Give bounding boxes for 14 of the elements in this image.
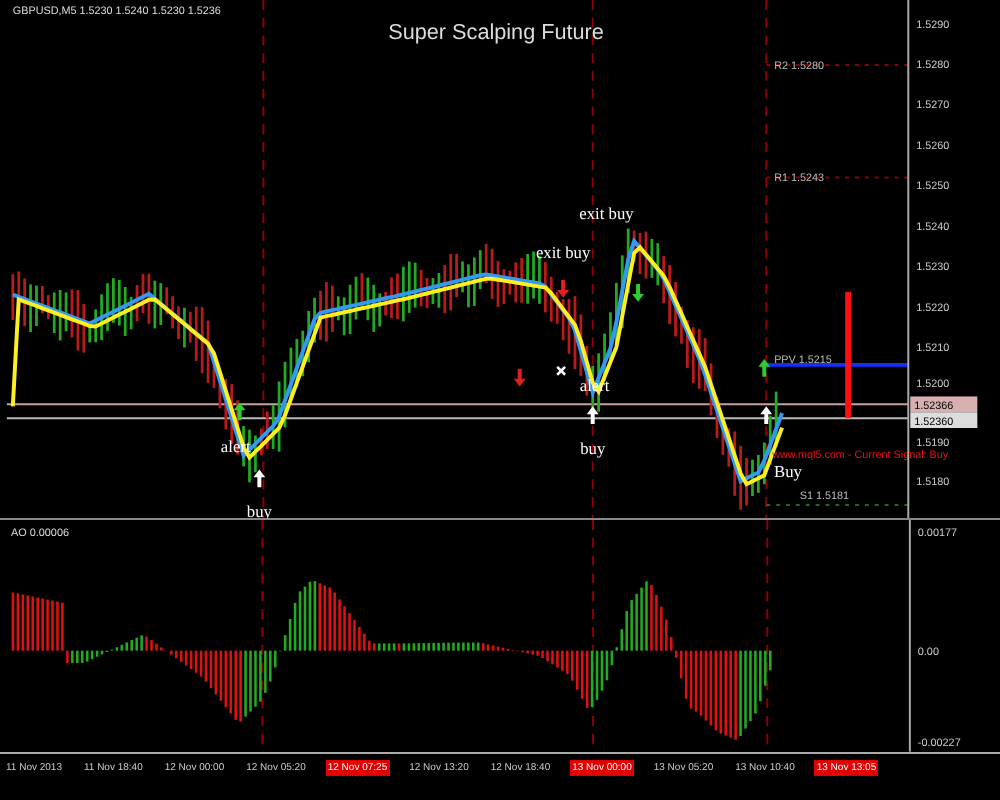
up-arrow-icon [586, 406, 599, 425]
down-arrow-icon [632, 284, 644, 302]
cross-icon [555, 365, 567, 377]
pivot-line [766, 362, 909, 367]
down-arrow-icon [557, 280, 570, 298]
chart-title: Super Scalping Future [388, 21, 604, 46]
bid-price-tag [910, 396, 978, 413]
signal-bar [845, 291, 852, 419]
up-arrow-icon [760, 406, 773, 425]
up-arrow-icon [233, 402, 246, 421]
up-arrow-icon [758, 359, 771, 377]
down-arrow-icon [513, 368, 526, 387]
up-arrow-icon [253, 469, 266, 488]
ask-price-tag [910, 412, 978, 428]
